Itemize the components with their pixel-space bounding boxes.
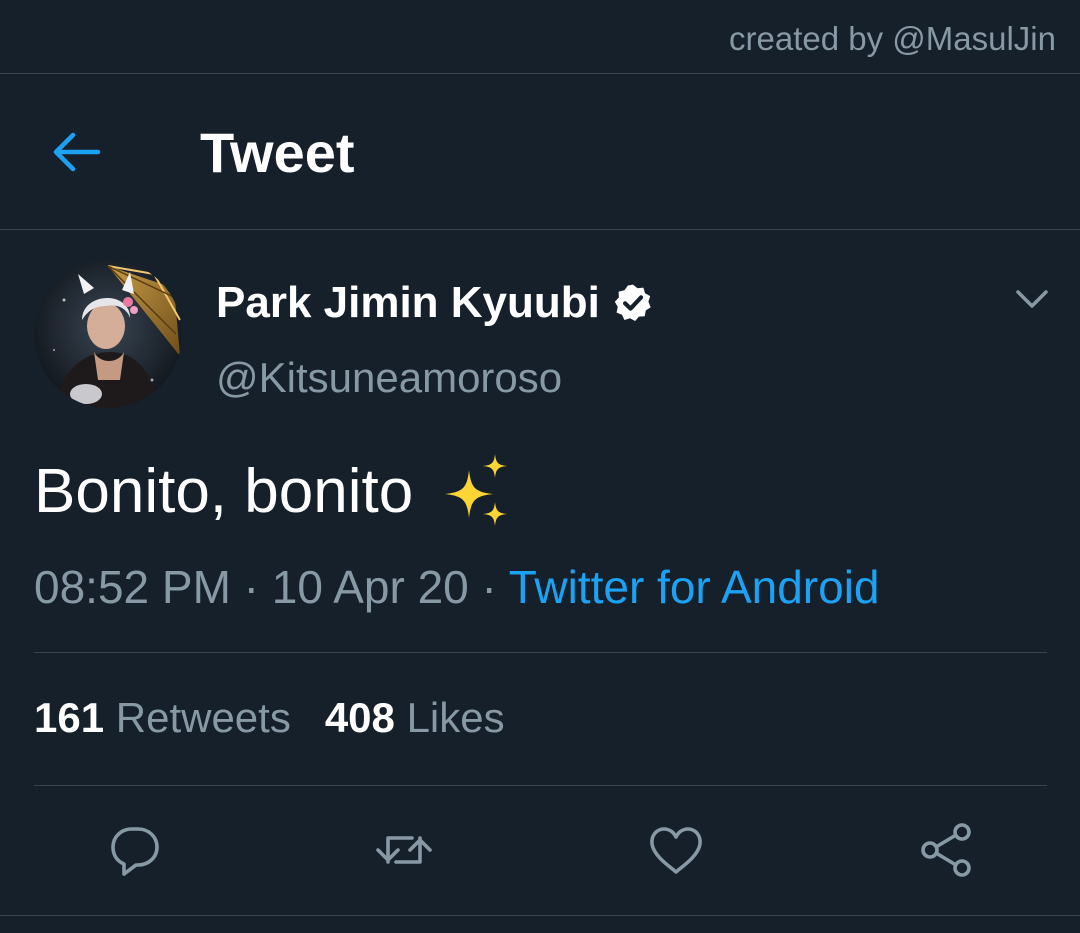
like-button[interactable]: [646, 820, 706, 880]
likes-count: 408: [324, 694, 395, 741]
chevron-down-icon: [1016, 290, 1048, 308]
divider: [0, 915, 1080, 916]
reply-button[interactable]: [105, 820, 165, 880]
page-title: Tweet: [200, 121, 355, 184]
share-icon: [921, 823, 971, 877]
tweet-text-body: Bonito, bonito: [34, 456, 414, 526]
tweet-text: Bonito, bonito: [34, 452, 511, 530]
author-handle[interactable]: @Kitsuneamoroso: [216, 354, 562, 402]
author-name[interactable]: Park Jimin Kyuubi: [216, 278, 600, 328]
retweets-stat[interactable]: 161 Retweets: [34, 694, 291, 742]
divider: [34, 652, 1047, 653]
share-button[interactable]: [916, 820, 976, 880]
tweet-source-link[interactable]: Twitter for Android: [509, 561, 880, 613]
meta-separator: ·: [230, 561, 272, 613]
back-button[interactable]: [38, 114, 114, 190]
reply-icon: [111, 827, 159, 876]
author-name-row[interactable]: Park Jimin Kyuubi: [216, 278, 654, 328]
credit-bar: created by @MasulJin: [0, 0, 1080, 74]
retweets-label: Retweets: [115, 694, 291, 741]
tweet-stats: 161 Retweets 408 Likes: [34, 694, 505, 742]
meta-separator: ·: [468, 561, 509, 613]
sparkles-emoji-icon: [445, 454, 508, 526]
tweet-meta: 08:52 PM · 10 Apr 20 · Twitter for Andro…: [34, 560, 880, 614]
retweets-count: 161: [34, 694, 105, 741]
avatar[interactable]: [34, 260, 182, 408]
tweet-detail-screen: created by @MasulJin Tweet Park Jimin Ky…: [0, 0, 1080, 933]
retweet-button[interactable]: [374, 820, 434, 880]
tweet-date: 10 Apr 20: [271, 561, 469, 613]
credit-watermark: created by @MasulJin: [729, 20, 1056, 57]
app-header: Tweet: [0, 74, 1080, 230]
tweet-time: 08:52 PM: [34, 561, 231, 613]
tweet-menu-button[interactable]: [1008, 280, 1056, 320]
arrow-left-icon: [53, 132, 101, 172]
likes-label: Likes: [406, 694, 505, 741]
heart-icon: [650, 827, 702, 874]
retweet-icon: [376, 836, 432, 864]
verified-badge-icon: [614, 284, 651, 322]
likes-stat[interactable]: 408 Likes: [325, 694, 505, 742]
divider: [34, 785, 1047, 786]
